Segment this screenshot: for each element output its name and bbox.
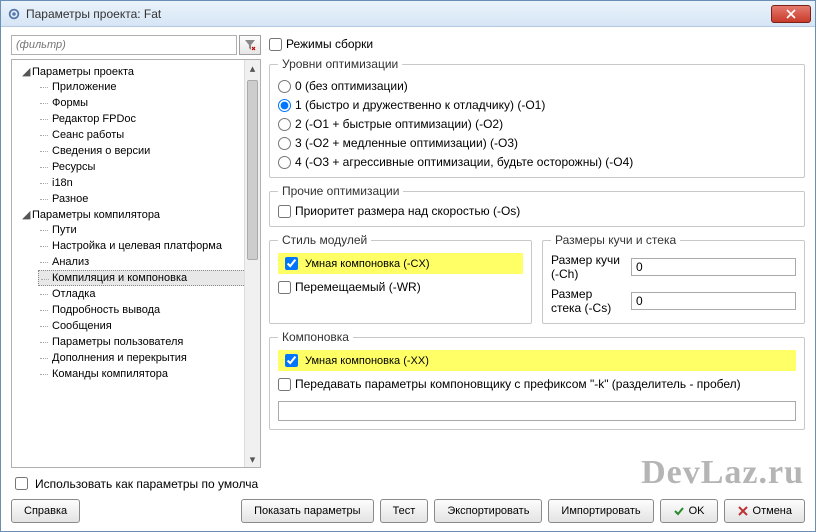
- button-bar: Справка Показать параметры Тест Экспорти…: [11, 499, 805, 523]
- unit-style-fieldset: Стиль модулей Умная компоновка (-CX) Пер…: [269, 233, 532, 324]
- scroll-thumb[interactable]: [247, 80, 258, 260]
- optimization-legend: Уровни оптимизации: [278, 57, 402, 71]
- tree-item[interactable]: Сеанс работы: [38, 127, 258, 143]
- scroll-down-icon[interactable]: ▾: [245, 451, 260, 467]
- build-modes-checkbox[interactable]: Режимы сборки: [269, 37, 805, 51]
- tree-item[interactable]: Параметры пользователя: [38, 334, 258, 350]
- tree-item[interactable]: i18n: [38, 175, 258, 191]
- tree-parent-project[interactable]: ◢ Параметры проекта: [20, 64, 258, 79]
- window-title: Параметры проекта: Fat: [26, 7, 771, 21]
- build-modes-input[interactable]: [269, 38, 282, 51]
- close-button[interactable]: [771, 5, 811, 23]
- options-tree[interactable]: ◢ Параметры проекта Приложение Формы Ред…: [11, 59, 261, 468]
- titlebar: Параметры проекта: Fat: [1, 1, 815, 27]
- filter-clear-button[interactable]: [239, 35, 261, 55]
- other-opt-legend: Прочие оптимизации: [278, 184, 403, 198]
- export-button[interactable]: Экспортировать: [434, 499, 542, 523]
- pass-k-checkbox[interactable]: Передавать параметры компоновщику с преф…: [278, 377, 796, 391]
- opt-radio-1[interactable]: 1 (быстро и дружественно к отладчику) (-…: [278, 98, 796, 112]
- heap-legend: Размеры кучи и стека: [551, 233, 680, 247]
- gear-icon: [7, 7, 21, 21]
- scroll-up-icon[interactable]: ▴: [245, 60, 260, 76]
- smart-link-xx-checkbox[interactable]: Умная компоновка (-XX): [278, 350, 796, 371]
- unit-style-legend: Стиль модулей: [278, 233, 371, 247]
- linker-options-input[interactable]: [278, 401, 796, 421]
- tree-scrollbar[interactable]: ▴ ▾: [244, 60, 260, 467]
- chevron-down-icon: ◢: [22, 208, 32, 221]
- linking-fieldset: Компоновка Умная компоновка (-XX) Переда…: [269, 330, 805, 430]
- size-priority-checkbox[interactable]: Приоритет размера над скоростью (-Os): [278, 204, 796, 218]
- cancel-button[interactable]: Отмена: [724, 499, 805, 523]
- opt-radio-4[interactable]: 4 (-O3 + агрессивные оптимизации, будьте…: [278, 155, 796, 169]
- tree-item[interactable]: Настройка и целевая платформа: [38, 238, 258, 254]
- tree-item-selected[interactable]: Компиляция и компоновка: [38, 270, 258, 286]
- ok-button[interactable]: OK: [660, 499, 718, 523]
- show-params-button[interactable]: Показать параметры: [241, 499, 374, 523]
- tree-item[interactable]: Приложение: [38, 79, 258, 95]
- opt-radio-3[interactable]: 3 (-O2 + медленные оптимизации) (-O3): [278, 136, 796, 150]
- funnel-clear-icon: [244, 39, 256, 51]
- tree-item[interactable]: Подробность вывода: [38, 302, 258, 318]
- tree-item[interactable]: Сообщения: [38, 318, 258, 334]
- relocatable-checkbox[interactable]: Перемещаемый (-WR): [278, 280, 523, 294]
- tree-item[interactable]: Дополнения и перекрытия: [38, 350, 258, 366]
- tree-item[interactable]: Разное: [38, 191, 258, 207]
- import-button[interactable]: Импортировать: [548, 499, 653, 523]
- tree-item[interactable]: Редактор FPDoc: [38, 111, 258, 127]
- tree-item[interactable]: Пути: [38, 222, 258, 238]
- optimization-fieldset: Уровни оптимизации 0 (без оптимизации) 1…: [269, 57, 805, 178]
- smart-link-cx-checkbox[interactable]: Умная компоновка (-CX): [278, 253, 523, 274]
- tree-parent-label: Параметры проекта: [32, 66, 134, 78]
- check-icon: [673, 505, 685, 517]
- help-button[interactable]: Справка: [11, 499, 80, 523]
- heap-size-label: Размер кучи (-Ch): [551, 253, 625, 281]
- other-opt-fieldset: Прочие оптимизации Приоритет размера над…: [269, 184, 805, 227]
- build-modes-label: Режимы сборки: [286, 37, 373, 51]
- tree-parent-compiler[interactable]: ◢ Параметры компилятора: [20, 207, 258, 222]
- test-button[interactable]: Тест: [380, 499, 429, 523]
- heap-size-input[interactable]: [631, 258, 796, 276]
- linking-legend: Компоновка: [278, 330, 353, 344]
- tree-parent-label: Параметры компилятора: [32, 209, 160, 221]
- stack-size-input[interactable]: [631, 292, 796, 310]
- opt-radio-2[interactable]: 2 (-O1 + быстрые оптимизации) (-O2): [278, 117, 796, 131]
- opt-radio-0[interactable]: 0 (без оптимизации): [278, 79, 796, 93]
- tree-item[interactable]: Ресурсы: [38, 159, 258, 175]
- close-icon: [786, 9, 796, 19]
- stack-size-label: Размер стека (-Cs): [551, 287, 625, 315]
- chevron-down-icon: ◢: [22, 65, 32, 78]
- tree-item[interactable]: Команды компилятора: [38, 366, 258, 382]
- use-default-checkbox[interactable]: Использовать как параметры по умолча: [11, 474, 805, 493]
- tree-item[interactable]: Формы: [38, 95, 258, 111]
- tree-item[interactable]: Сведения о версии: [38, 143, 258, 159]
- tree-item[interactable]: Отладка: [38, 286, 258, 302]
- cancel-icon: [737, 505, 749, 517]
- heap-fieldset: Размеры кучи и стека Размер кучи (-Ch) Р…: [542, 233, 805, 324]
- tree-item[interactable]: Анализ: [38, 254, 258, 270]
- filter-input[interactable]: [11, 35, 237, 55]
